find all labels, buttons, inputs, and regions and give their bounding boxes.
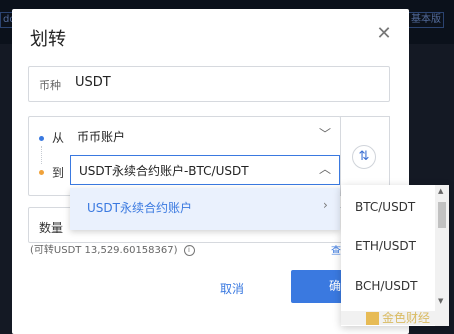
to-account-select[interactable]: USDT永续合约账户-BTC/USDT ︿	[70, 155, 340, 185]
scroll-down-icon[interactable]: ▼	[438, 297, 443, 305]
dropdown-category-panel: USDT永续合约账户 ›	[70, 188, 340, 230]
from-label: 从	[52, 131, 65, 145]
to-label: 到	[52, 166, 65, 180]
watermark-text: 金色财经	[382, 311, 431, 325]
chevron-right-icon: ›	[323, 198, 328, 212]
option-eth-usdt[interactable]: ETH/USDT	[355, 239, 416, 253]
connector-line	[41, 146, 42, 164]
available-text: (可转USDT 13,529.60158367)	[30, 245, 178, 256]
account-selector: 从 币币账户 ﹀ 到 USDT永续合约账户-BTC/USDT ︿	[28, 116, 341, 196]
from-account-value[interactable]: 币币账户	[77, 128, 125, 145]
vertical-scrollbar[interactable]: ▲ ▼	[435, 185, 449, 326]
dropdown-category-label: USDT永续合约账户	[87, 201, 192, 215]
dropdown-options-panel: BTC/USDT ETH/USDT BCH/USDT ▲ ▼	[341, 185, 449, 326]
watermark-logo-icon	[366, 312, 379, 325]
scroll-up-icon[interactable]: ▲	[438, 187, 443, 195]
option-bch-usdt[interactable]: BCH/USDT	[355, 279, 417, 293]
to-account-value: USDT永续合约账户-BTC/USDT	[79, 164, 249, 178]
partial-link[interactable]: 查	[331, 242, 341, 257]
scrollbar-thumb[interactable]	[438, 202, 446, 228]
dropdown-category-item[interactable]: USDT永续合约账户 ›	[70, 188, 340, 230]
option-btc-usdt[interactable]: BTC/USDT	[355, 200, 415, 214]
swap-icon[interactable]: ⇅	[352, 145, 376, 169]
chevron-up-icon: ︿	[318, 162, 331, 176]
coin-label: 币种	[39, 79, 61, 92]
dialog-title: 划转	[30, 29, 66, 50]
swap-panel: ⇅	[340, 116, 390, 196]
available-balance: (可转USDT 13,529.60158367) i	[30, 241, 195, 256]
coin-select[interactable]: 币种 USDT	[28, 66, 390, 102]
chevron-down-icon[interactable]: ﹀	[319, 125, 331, 142]
confirm-label: 确	[329, 279, 342, 293]
close-icon[interactable]: ✕	[374, 24, 394, 44]
quantity-label: 数量	[39, 221, 64, 235]
info-icon[interactable]: i	[183, 244, 195, 256]
coin-value: USDT	[75, 75, 111, 90]
to-dot-icon	[39, 170, 44, 175]
from-dot-icon	[39, 136, 44, 141]
cancel-button[interactable]: 取消	[220, 280, 244, 297]
watermark: 金色财经	[366, 309, 430, 326]
